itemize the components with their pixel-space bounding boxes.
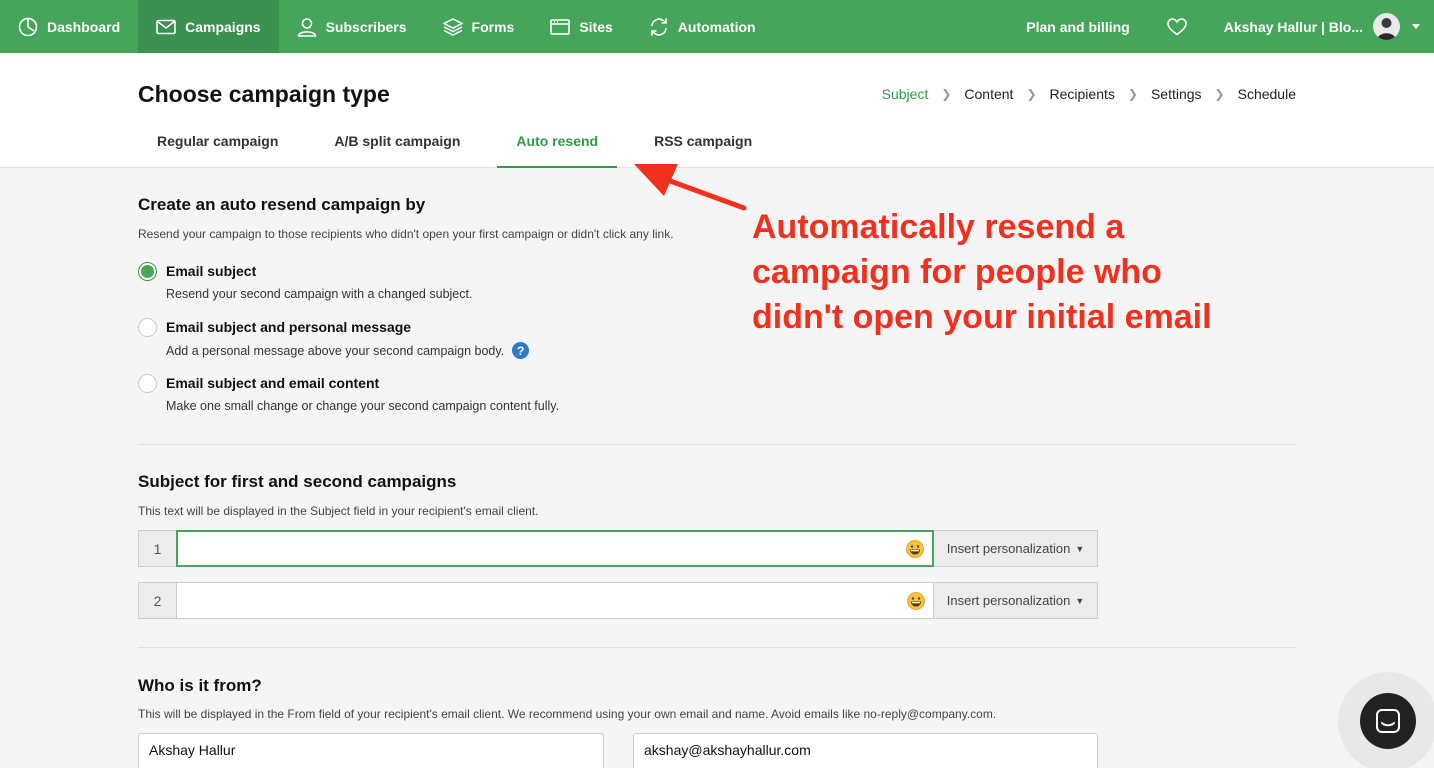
chevron-right-icon: ❯ [1127, 87, 1138, 101]
favorites-button[interactable] [1153, 0, 1201, 53]
chevron-right-icon: ❯ [1026, 87, 1037, 101]
subject-row-2: 2 Insert personalization ▼ [138, 582, 1098, 619]
avatar [1373, 13, 1400, 40]
option-subject-email-content[interactable]: Email subject and email content [138, 374, 379, 393]
account-menu[interactable]: Akshay Hallur | Blo... [1201, 0, 1434, 53]
from-section-desc: This will be displayed in the From field… [138, 707, 997, 721]
nav-automation[interactable]: Automation [631, 0, 774, 53]
top-navigation: Dashboard Campaigns Subscribers Forms Si… [0, 0, 1434, 53]
from-section-title: Who is it from? [138, 676, 262, 695]
layers-icon [442, 17, 463, 36]
option-email-subject-help: Resend your second campaign with a chang… [166, 287, 473, 301]
nav-campaigns[interactable]: Campaigns [138, 0, 279, 53]
subject-row-1: 1 Insert personalization ▼ [138, 530, 1098, 567]
subject-input-1[interactable] [176, 530, 934, 567]
annotation-line-2: campaign for people who [752, 253, 1162, 291]
subject-section-title: Subject for first and second campaigns [138, 472, 457, 491]
insert-personalization-label-1: Insert personalization [946, 541, 1071, 556]
radio-subject-personal-message[interactable] [138, 318, 157, 337]
insert-personalization-button-1[interactable]: Insert personalization ▼ [934, 530, 1098, 567]
option-email-subject[interactable]: Email subject [138, 262, 256, 281]
nav-sites-label: Sites [579, 18, 613, 35]
breadcrumb-settings[interactable]: Settings [1151, 86, 1202, 102]
nav-automation-label: Automation [677, 18, 756, 35]
plan-billing-link[interactable]: Plan and billing [1003, 0, 1152, 53]
nav-dashboard[interactable]: Dashboard [0, 0, 138, 53]
insert-personalization-label-2: Insert personalization [946, 593, 1071, 608]
option-email-subject-label: Email subject [166, 263, 257, 279]
section-divider [138, 647, 1296, 648]
chat-icon [1376, 709, 1400, 733]
option-subject-personal-message[interactable]: Email subject and personal message [138, 318, 411, 337]
subject-row-number: 1 [138, 530, 176, 567]
breadcrumb-subject[interactable]: Subject [882, 86, 929, 102]
caret-down-icon: ▼ [1075, 595, 1085, 606]
radio-email-subject[interactable] [138, 262, 157, 281]
subject-row-number: 2 [138, 582, 176, 619]
chevron-down-icon [1412, 24, 1420, 29]
question-icon[interactable]: ? [512, 342, 530, 359]
nav-forms[interactable]: Forms [425, 0, 533, 53]
account-name: Akshay Hallur | Blo... [1223, 18, 1363, 35]
section-divider [138, 444, 1296, 445]
option-subject-personal-message-help-row: Add a personal message above your second… [166, 342, 530, 359]
nav-subscribers[interactable]: Subscribers [279, 0, 425, 53]
page-title: Choose campaign type [138, 81, 390, 107]
tab-auto-resend[interactable]: Auto resend [497, 121, 618, 168]
annotation-callout: Automatically resend a campaign for peop… [752, 205, 1272, 340]
insert-personalization-button-2[interactable]: Insert personalization ▼ [934, 582, 1098, 619]
breadcrumb: Subject ❯ Content ❯ Recipients ❯ Setting… [882, 86, 1296, 102]
annotation-line-3: didn't open your initial email [752, 298, 1212, 336]
radio-subject-email-content[interactable] [138, 374, 157, 393]
from-name-field[interactable]: Akshay Hallur [138, 733, 604, 768]
breadcrumb-recipients[interactable]: Recipients [1050, 86, 1115, 102]
chevron-right-icon: ❯ [1214, 87, 1225, 101]
caret-down-icon: ▼ [1075, 543, 1085, 554]
from-email-field[interactable]: akshay@akshayhallur.com [633, 733, 1098, 768]
heart-icon [1166, 17, 1187, 36]
subject-section-desc: This text will be displayed in the Subje… [138, 504, 539, 518]
envelope-icon [156, 19, 176, 34]
option-subject-personal-message-help: Add a personal message above your second… [166, 343, 505, 358]
option-subject-email-content-label: Email subject and email content [166, 375, 380, 391]
nav-sites[interactable]: Sites [532, 0, 630, 53]
resend-section-desc: Resend your campaign to those recipients… [138, 227, 674, 241]
annotation-arrow-icon [634, 164, 747, 211]
emoji-icon[interactable] [906, 539, 924, 558]
nav-subscribers-label: Subscribers [325, 18, 407, 35]
breadcrumb-content[interactable]: Content [964, 86, 1013, 102]
dashboard-icon [18, 17, 38, 36]
nav-right-group: Plan and billing Akshay Hallur | Blo... [1003, 0, 1434, 53]
resend-section-title: Create an auto resend campaign by [138, 195, 426, 214]
refresh-icon [650, 17, 667, 36]
emoji-icon[interactable] [907, 591, 925, 610]
browser-icon [550, 18, 571, 35]
tab-regular-campaign[interactable]: Regular campaign [138, 121, 297, 168]
breadcrumb-schedule[interactable]: Schedule [1238, 86, 1296, 102]
subject-input-2[interactable] [176, 582, 934, 619]
tab-ab-split-campaign[interactable]: A/B split campaign [315, 121, 479, 168]
chevron-right-icon: ❯ [941, 87, 952, 101]
option-subject-personal-message-label: Email subject and personal message [166, 319, 412, 335]
annotation-line-1: Automatically resend a [752, 208, 1125, 246]
chat-button[interactable] [1360, 693, 1416, 749]
nav-dashboard-label: Dashboard [47, 18, 121, 35]
option-subject-email-content-help: Make one small change or change your sec… [166, 399, 560, 413]
user-icon [297, 17, 316, 37]
nav-forms-label: Forms [471, 18, 515, 35]
nav-campaigns-label: Campaigns [185, 18, 261, 35]
